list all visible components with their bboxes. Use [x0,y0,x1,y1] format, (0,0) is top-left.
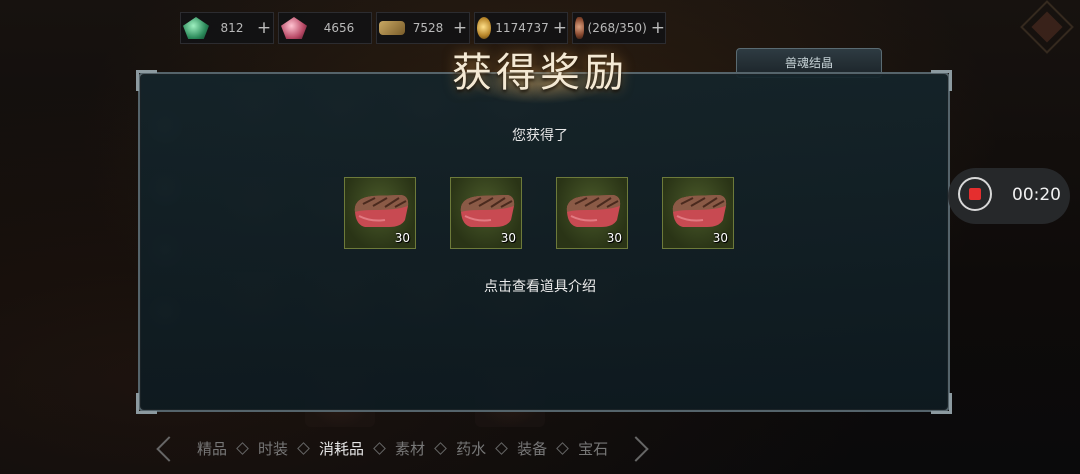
recording-time: 00:20 [1012,185,1061,205]
category-tab[interactable]: 精品 [186,438,238,459]
reward-quantity: 30 [394,231,410,245]
pink-gem-icon [281,17,307,39]
dialog-subtitle: 您获得了 [512,128,568,144]
dialog-title: 获得奖励 [452,50,628,96]
reward-item[interactable]: 30 [450,177,522,249]
currency-value: (268/350) [587,21,647,35]
steak-icon [460,195,515,227]
category-next-icon[interactable] [623,435,649,462]
add-ticket-button[interactable]: + [451,18,469,38]
gold-coins-icon [477,17,492,39]
reward-item[interactable]: 30 [344,177,416,249]
meat-stamina-icon [575,17,584,39]
category-tab[interactable]: 宝石 [567,438,619,459]
steak-icon [354,195,409,227]
inventory-category-bar: 精品 时装 消耗品 素材 药水 装备 宝石 [156,435,649,462]
currency-value: 812 [220,21,244,35]
category-prev-icon[interactable] [156,435,182,462]
stop-icon [969,188,981,200]
steak-icon [566,195,621,227]
reward-quantity: 30 [606,231,622,245]
currency-value: 7528 [412,21,444,35]
category-tab[interactable]: 装备 [506,438,558,459]
reward-item[interactable]: 30 [662,177,734,249]
stop-recording-button[interactable] [958,177,992,211]
steak-icon [672,195,727,227]
currency-value: 1174737 [495,21,549,35]
reward-item[interactable]: 30 [556,177,628,249]
screen-recorder[interactable]: 00:20 [948,168,1070,224]
reward-quantity: 30 [500,231,516,245]
category-tab-active[interactable]: 消耗品 [308,438,375,459]
add-stamina-button[interactable]: + [651,18,665,38]
green-gem-icon [183,17,209,39]
currency-bar: 812 + 4656 7528 + 1174737 + (268/350) + [180,12,666,44]
add-gold-button[interactable]: + [553,18,567,38]
reward-list: 30 30 30 30 [344,177,736,249]
add-green-gem-button[interactable]: + [255,18,273,38]
item-info-hint[interactable]: 点击查看道具介绍 [0,276,1080,296]
category-tab[interactable]: 时装 [247,438,299,459]
reward-quantity: 30 [712,231,728,245]
ticket-icon [379,21,405,35]
category-tab[interactable]: 素材 [384,438,436,459]
category-tab[interactable]: 药水 [445,438,497,459]
currency-value: 4656 [323,21,355,35]
